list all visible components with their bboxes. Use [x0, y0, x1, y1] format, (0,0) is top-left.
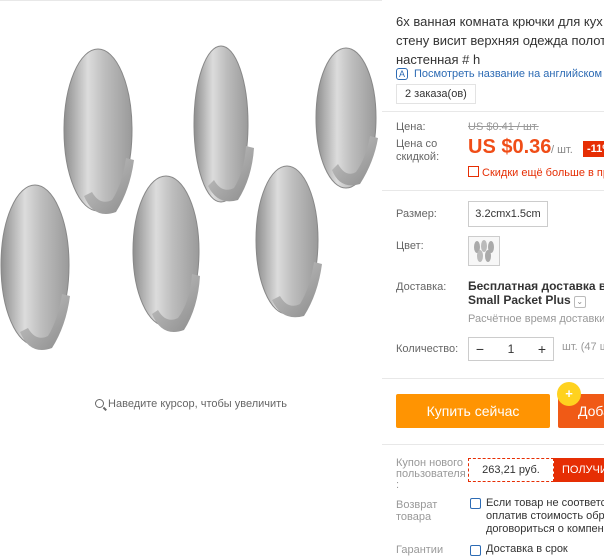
- translate-icon: A: [396, 68, 409, 80]
- title-line: 6х ванная комната крючки для кух: [396, 14, 603, 29]
- translate-link[interactable]: A Посмотреть название на английском: [396, 68, 602, 80]
- title-line: стену висит верхняя одежда полот: [396, 33, 604, 48]
- coupon-label-line: :: [396, 479, 400, 491]
- delivery-estimate: Расчётное время доставки:: [468, 313, 604, 325]
- quantity-increase-button[interactable]: +: [531, 338, 553, 360]
- qr-code-icon: [468, 166, 479, 177]
- guarantee-label: Гарантии: [396, 544, 444, 556]
- shipping-label: Доставка:: [396, 281, 447, 293]
- hook-1: [63, 48, 134, 214]
- get-coupon-button[interactable]: ПОЛУЧИ: [554, 458, 604, 482]
- product-gallery: Наведите курсор, чтобы увеличить: [0, 0, 382, 559]
- magnifier-icon: [95, 399, 105, 408]
- hook-3: [315, 47, 378, 189]
- discount-price-label: Цена со скидкой:: [396, 138, 439, 164]
- divider: [382, 111, 604, 112]
- hook-6: [255, 165, 322, 318]
- guarantee-text: Доставка в срок: [486, 543, 568, 555]
- divider: [382, 378, 604, 379]
- color-label: Цвет:: [396, 240, 424, 252]
- translate-link-text: Посмотреть название на английском: [414, 68, 603, 80]
- zoom-hint-text: Наведите курсор, чтобы увеличить: [108, 398, 287, 410]
- coupon-label-line: пользователя: [396, 468, 466, 480]
- shipping-method[interactable]: Small Packet Plus ⌄: [468, 293, 586, 308]
- returns-label-line: товара: [396, 511, 432, 523]
- hook-4: [0, 184, 70, 350]
- old-price: US $0.41 / шт.: [468, 121, 539, 133]
- hook-2: [193, 45, 254, 203]
- shipping-method-text: Small Packet Plus: [468, 293, 571, 307]
- divider: [382, 444, 604, 445]
- returns-label: Возврат товара: [396, 499, 437, 523]
- discount-badge: -11%: [583, 141, 604, 157]
- returns-text-line: оплатив стоимость обра: [486, 510, 604, 522]
- returns-text-line: договориться о компенс: [486, 523, 604, 535]
- coupon-value: 263,21 руб.: [468, 458, 554, 482]
- coin-badge-icon: +: [557, 382, 581, 406]
- quantity-available: шт. (47 ш: [562, 341, 604, 353]
- returns-label-line: Возврат: [396, 499, 438, 511]
- discount-price-label-line: Цена со: [396, 138, 438, 150]
- size-label: Размер:: [396, 208, 437, 220]
- promo-text: Скидки ещё больше в пр: [482, 167, 604, 179]
- product-info-panel: 6х ванная комната крючки для кух стену в…: [382, 0, 604, 559]
- returns-icon: [470, 498, 481, 509]
- product-image[interactable]: [0, 20, 382, 390]
- zoom-hint: Наведите курсор, чтобы увеличить: [0, 398, 382, 410]
- color-option-thumbnail[interactable]: [468, 236, 500, 266]
- orders-count: 2 заказа(ов): [396, 84, 476, 104]
- buy-now-button[interactable]: Купить сейчас: [396, 394, 550, 428]
- chevron-down-icon[interactable]: ⌄: [573, 296, 586, 308]
- top-divider: [0, 0, 382, 1]
- hook-5: [132, 175, 200, 332]
- coupon-label: Купон нового пользователя :: [396, 458, 466, 491]
- title-line: настенная # h: [396, 52, 481, 67]
- discount-price-label-line: скидкой:: [396, 151, 440, 163]
- divider: [382, 190, 604, 191]
- per-unit: / шт.: [551, 144, 573, 156]
- quantity-label: Количество:: [396, 343, 459, 355]
- delivery-guarantee-icon: [470, 545, 481, 556]
- returns-text: Если товар не соответст оплатив стоимост…: [486, 497, 604, 536]
- hooks-thumbnail-icon: [474, 240, 494, 262]
- product-title: 6х ванная комната крючки для кух стену в…: [396, 12, 604, 69]
- quantity-input[interactable]: 1: [491, 338, 531, 360]
- current-price: US $0.36: [468, 136, 552, 158]
- promo-link[interactable]: Скидки ещё больше в пр: [468, 165, 604, 179]
- size-option[interactable]: 3.2cmx1.5cm: [468, 201, 548, 227]
- quantity-decrease-button[interactable]: −: [469, 338, 491, 360]
- returns-text-line: Если товар не соответст: [486, 497, 604, 509]
- quantity-stepper: − 1 +: [468, 337, 554, 361]
- price-label: Цена:: [396, 121, 426, 133]
- shipping-line: Бесплатная доставка в Ru: [468, 279, 604, 293]
